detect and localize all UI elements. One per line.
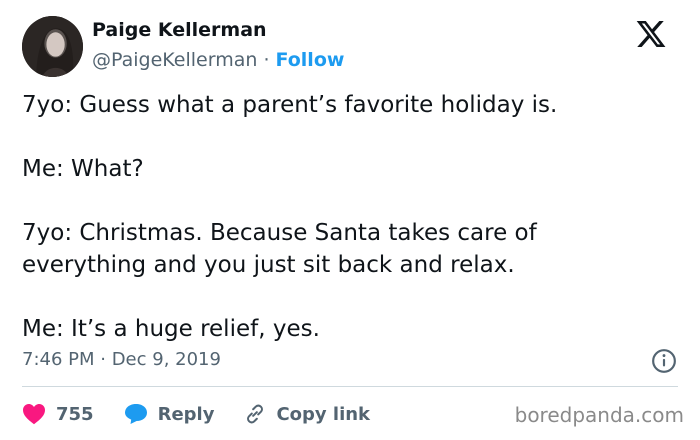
like-button[interactable]: 755 <box>22 403 94 425</box>
author-name[interactable]: Paige Kellerman <box>92 18 344 42</box>
author-handle-row: @PaigeKellerman · Follow <box>92 48 344 72</box>
tweet-card: Paige Kellerman @PaigeKellerman · Follow… <box>0 0 700 440</box>
watermark: boredpanda.com <box>514 403 684 427</box>
handle-separator: · <box>257 49 276 71</box>
tweet-paragraph: Me: What? <box>22 156 144 182</box>
x-logo-icon[interactable] <box>632 18 670 50</box>
tweet-text: 7yo: Guess what a parent’s favorite holi… <box>22 89 662 345</box>
avatar-photo <box>22 16 83 77</box>
follow-button[interactable]: Follow <box>276 49 345 71</box>
reply-button[interactable]: Reply <box>124 403 215 425</box>
action-bar: 755 Reply Copy link <box>22 400 370 428</box>
link-icon <box>247 404 264 424</box>
speech-bubble-icon <box>124 404 147 424</box>
tweet-paragraph: Me: It’s a huge relief, yes. <box>22 316 320 342</box>
copy-link-button[interactable]: Copy link <box>244 403 370 425</box>
tweet-paragraph: 7yo: Christmas. Because Santa takes care… <box>22 220 537 278</box>
author-block: Paige Kellerman @PaigeKellerman · Follow <box>92 18 344 72</box>
copy-link-label: Copy link <box>276 403 371 425</box>
divider <box>22 386 678 387</box>
info-icon[interactable] <box>651 348 677 374</box>
heart-icon <box>23 404 45 425</box>
tweet-paragraph: 7yo: Guess what a parent’s favorite holi… <box>22 92 558 118</box>
reply-label: Reply <box>157 403 215 425</box>
tweet-timestamp[interactable]: 7:46 PM · Dec 9, 2019 <box>22 348 221 372</box>
like-count: 755 <box>56 403 94 425</box>
author-handle[interactable]: @PaigeKellerman <box>92 49 257 71</box>
avatar[interactable] <box>22 16 83 77</box>
